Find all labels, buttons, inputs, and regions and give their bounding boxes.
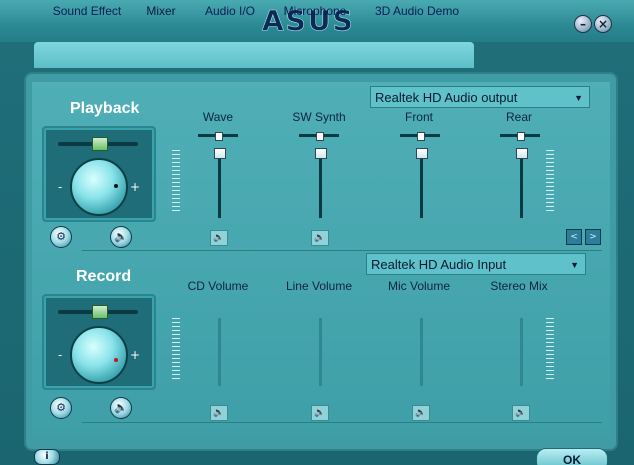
playback-device-select[interactable]: Realtek HD Audio output ▼ — [370, 86, 590, 108]
record-minus-label: - — [58, 348, 63, 362]
close-button[interactable]: × — [594, 15, 612, 33]
wave-balance-thumb[interactable] — [215, 132, 223, 141]
cd-volume-track[interactable] — [218, 318, 221, 386]
swsynth-volume-thumb[interactable] — [315, 148, 327, 159]
front-volume-thumb[interactable] — [416, 148, 428, 159]
front-balance-thumb[interactable] — [417, 132, 425, 141]
record-balance-thumb[interactable] — [92, 305, 108, 319]
chevron-down-icon: ▼ — [570, 260, 579, 270]
record-divider — [82, 422, 602, 423]
playback-scale-right — [546, 150, 554, 214]
record-title: Record — [76, 268, 132, 285]
tab-mixer[interactable]: Mixer — [140, 0, 182, 22]
prev-channels-button[interactable]: < — [566, 229, 582, 245]
playback-master-volume: - + — [42, 126, 156, 222]
wave-volume-thumb[interactable] — [214, 148, 226, 159]
tab-3d-audio-demo[interactable]: 3D Audio Demo — [366, 0, 468, 22]
record-volume-knob[interactable] — [70, 326, 128, 384]
record-mute-button[interactable]: 🔈 — [110, 397, 132, 419]
rear-volume-thumb[interactable] — [516, 148, 528, 159]
channel-label-stereo-mix: Stereo Mix — [490, 279, 548, 293]
channel-label-rear: Rear — [505, 110, 532, 124]
mic-volume-mute-button[interactable]: 🔈 — [412, 405, 430, 421]
playback-settings-button[interactable]: ⚙ — [50, 226, 72, 248]
next-channels-button[interactable]: > — [585, 229, 601, 245]
playback-volume-knob[interactable] — [70, 158, 128, 216]
record-scale-left — [172, 318, 180, 382]
playback-device-value: Realtek HD Audio output — [375, 90, 518, 105]
knob-indicator-icon — [114, 358, 118, 362]
swsynth-balance-thumb[interactable] — [316, 132, 324, 141]
cd-volume-mute-button[interactable]: 🔈 — [210, 405, 228, 421]
tab-audio-io[interactable]: Audio I/O — [198, 0, 262, 22]
playback-scale-left — [172, 150, 180, 214]
ok-button[interactable]: OK — [536, 448, 608, 465]
info-button[interactable]: i — [34, 449, 60, 465]
record-settings-button[interactable]: ⚙ — [50, 397, 72, 419]
record-device-value: Realtek HD Audio Input — [371, 257, 507, 272]
section-divider — [82, 250, 602, 251]
swsynth-mute-button[interactable]: 🔈 — [311, 230, 329, 246]
playback-minus-label: - — [58, 180, 63, 194]
playback-mute-button[interactable]: 🔈 — [110, 226, 132, 248]
rear-balance-thumb[interactable] — [517, 132, 525, 141]
channel-label-line-volume: Line Volume — [285, 279, 353, 293]
tab-microphone[interactable]: Microphone — [276, 0, 354, 22]
channel-label-cd-volume: CD Volume — [187, 279, 249, 293]
knob-indicator-icon — [114, 184, 118, 188]
audio-manager-window: ASUS – × Sound Effect Mixer Audio I/O Mi… — [0, 0, 634, 465]
line-volume-mute-button[interactable]: 🔈 — [311, 405, 329, 421]
wave-mute-button[interactable]: 🔈 — [210, 230, 228, 246]
record-plus-label: + — [130, 348, 141, 362]
chevron-down-icon: ▼ — [574, 93, 583, 103]
playback-balance-thumb[interactable] — [92, 137, 108, 151]
stereo-mix-track[interactable] — [520, 318, 523, 386]
stereo-mix-mute-button[interactable]: 🔈 — [512, 405, 530, 421]
record-scale-right — [546, 318, 554, 382]
playback-plus-label: + — [130, 180, 141, 194]
minimize-button[interactable]: – — [574, 15, 592, 33]
tab-sound-effect[interactable]: Sound Effect — [46, 0, 128, 22]
channel-label-sw-synth: SW Synth — [292, 110, 346, 124]
playback-title: Playback — [70, 100, 140, 117]
line-volume-track[interactable] — [319, 318, 322, 386]
record-device-select[interactable]: Realtek HD Audio Input ▼ — [366, 253, 586, 275]
channel-label-front: Front — [404, 110, 433, 124]
channel-label-wave: Wave — [202, 110, 234, 124]
channel-label-mic-volume: Mic Volume — [387, 279, 451, 293]
mic-volume-track[interactable] — [420, 318, 423, 386]
record-master-volume: - + — [42, 294, 156, 390]
tab-bar — [34, 42, 474, 68]
